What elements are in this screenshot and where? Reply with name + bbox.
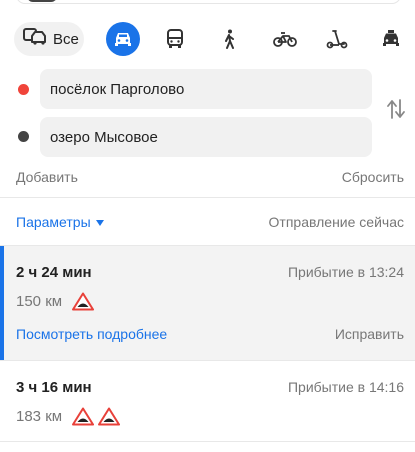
swap-arrows-icon [387, 99, 405, 119]
mode-scooter-button[interactable] [320, 22, 354, 56]
divider [0, 441, 415, 442]
bicycle-icon [273, 32, 297, 47]
multimodal-icon [23, 27, 47, 52]
destination-input[interactable] [40, 117, 372, 157]
origin-input[interactable] [40, 69, 372, 109]
route-arrival: Прибытие в 13:24 [287, 264, 404, 280]
route-distance-row: 183 км [16, 407, 121, 426]
parameters-label: Параметры [16, 214, 91, 230]
mode-pedestrian-button[interactable] [212, 22, 246, 56]
speed-bump-warning-icon [72, 407, 95, 426]
departure-time-selector[interactable]: Отправление сейчас [269, 214, 404, 230]
mode-bus-button[interactable] [158, 22, 192, 56]
route-arrival: Прибытие в 14:16 [287, 379, 404, 395]
origin-marker-icon [18, 84, 29, 95]
route-distance: 150 км [16, 293, 63, 310]
route-option-2[interactable]: 3 ч 16 мин Прибытие в 14:16 183 км [0, 361, 415, 441]
route-fix-link[interactable]: Исправить [335, 326, 404, 342]
parameters-dropdown[interactable]: Параметры [16, 214, 104, 230]
car-icon [115, 33, 131, 46]
add-waypoint-link[interactable]: Добавить [16, 169, 78, 185]
mode-taxi-button[interactable] [374, 22, 408, 56]
bus-icon [167, 29, 183, 48]
caret-down-icon [95, 220, 104, 226]
previous-card-edge [16, 0, 401, 4]
route-duration: 2 ч 24 мин [16, 264, 92, 281]
speed-bump-warning-icon [72, 292, 95, 311]
speed-bump-warning-icon [98, 407, 121, 426]
route-distance-row: 150 км [16, 292, 95, 311]
mode-all-button[interactable]: Все [14, 22, 84, 56]
reset-link[interactable]: Сбросить [342, 169, 404, 185]
route-distance: 183 км [16, 408, 63, 425]
destination-marker-icon [18, 131, 29, 142]
swap-button[interactable] [386, 98, 406, 120]
scooter-icon [326, 30, 348, 49]
taxi-icon [383, 30, 399, 46]
pedestrian-icon [225, 29, 234, 49]
transport-mode-bar: Все [14, 22, 406, 56]
route-option-1[interactable]: 2 ч 24 мин Прибытие в 13:24 150 км Посмо… [0, 246, 415, 360]
divider [0, 197, 415, 198]
route-details-link[interactable]: Посмотреть подробнее [16, 326, 167, 342]
route-duration: 3 ч 16 мин [16, 379, 92, 396]
mode-car-button[interactable] [106, 22, 140, 56]
mode-bicycle-button[interactable] [268, 22, 302, 56]
mode-all-label: Все [53, 30, 79, 48]
